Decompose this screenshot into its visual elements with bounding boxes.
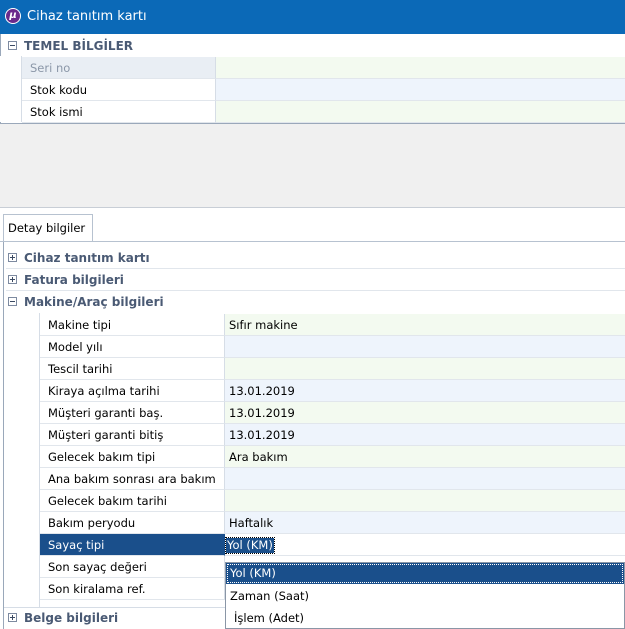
window-titlebar: μ Cihaz tanıtım kartı <box>0 0 625 34</box>
row-label: Makine tipi <box>40 314 225 336</box>
row-label: Model yılı <box>40 336 225 358</box>
group-title: TEMEL BİLGİLER <box>24 39 134 53</box>
group-title: Belge bilgileri <box>24 611 119 625</box>
row-value[interactable] <box>225 358 625 380</box>
row-label: Stok kodu <box>22 79 216 101</box>
divider <box>6 268 625 269</box>
row-label: Gelecek bakım tarihi <box>40 490 225 512</box>
row-value[interactable] <box>225 468 625 490</box>
row-value[interactable]: 13.01.2019 <box>225 424 625 446</box>
row-label: Müşteri garanti bitiş <box>40 424 225 446</box>
group-temel-bilgiler[interactable]: TEMEL BİLGİLER <box>0 37 625 55</box>
row-label: Ana bakım sonrası ara bakım <box>40 468 225 490</box>
group-title: Makine/Araç bilgileri <box>24 295 164 309</box>
sayac-tipi-dropdown[interactable]: Yol (KM) Zaman (Saat) İşlem (Adet) <box>225 562 625 629</box>
property-row-musteri-garanti-bitis[interactable]: Müşteri garanti bitiş 13.01.2019 <box>0 424 625 446</box>
property-row-bakim-peryodu[interactable]: Bakım peryodu Haftalık <box>0 512 625 534</box>
empty-area <box>0 124 625 208</box>
group-fatura-bilgileri[interactable]: Fatura bilgileri <box>0 271 625 289</box>
row-value[interactable] <box>216 101 625 123</box>
divider <box>6 290 625 291</box>
property-row-gelecek-bakim-tipi[interactable]: Gelecek bakım tipi Ara bakım <box>0 446 625 468</box>
dropdown-option[interactable]: İşlem (Adet) <box>226 608 624 629</box>
property-row-kiraya-acilma-tarihi[interactable]: Kiraya açılma tarihi 13.01.2019 <box>0 380 625 402</box>
property-row-makine-tipi[interactable]: Makine tipi Sıfır makine <box>0 314 625 336</box>
property-row-sayac-tipi[interactable]: Sayaç tipi Yol (KM) <box>0 534 625 556</box>
row-value[interactable]: 13.01.2019 <box>225 402 625 424</box>
row-value[interactable]: Sıfır makine <box>225 314 625 336</box>
row-value[interactable]: Haftalık <box>225 512 625 534</box>
row-label: Gelecek bakım tipi <box>40 446 225 468</box>
expand-icon[interactable] <box>8 613 17 622</box>
app-logo-icon: μ <box>5 8 21 24</box>
row-label: Son sayaç değeri <box>40 556 225 578</box>
property-row-musteri-garanti-bas[interactable]: Müşteri garanti baş. 13.01.2019 <box>0 402 625 424</box>
sayac-tipi-editor[interactable]: Yol (KM) <box>225 534 625 556</box>
collapse-icon[interactable] <box>8 41 17 50</box>
group-title: Cihaz tanıtım kartı <box>24 251 150 265</box>
row-label: Stok ismi <box>22 101 216 123</box>
expand-icon[interactable] <box>8 253 17 262</box>
row-value[interactable] <box>216 57 625 79</box>
row-label: Sayaç tipi <box>40 534 225 556</box>
property-row-stok-ismi[interactable]: Stok ismi <box>0 101 625 123</box>
group-makine-arac-bilgileri[interactable]: Makine/Araç bilgileri <box>0 293 625 311</box>
dropdown-option[interactable]: Zaman (Saat) <box>226 586 624 607</box>
property-row-tescil-tarihi[interactable]: Tescil tarihi <box>0 358 625 380</box>
row-label: Müşteri garanti baş. <box>40 402 225 424</box>
row-label: Son kiralama ref. <box>40 578 225 600</box>
group-cihaz-tanitim-karti[interactable]: Cihaz tanıtım kartı <box>0 249 625 267</box>
collapse-icon[interactable] <box>8 297 17 306</box>
property-row-gelecek-bakim-tarihi[interactable]: Gelecek bakım tarihi <box>0 490 625 512</box>
row-value[interactable] <box>225 490 625 512</box>
row-value[interactable] <box>225 336 625 358</box>
property-row-stok-kodu[interactable]: Stok kodu <box>0 79 625 101</box>
editor-selected-text[interactable]: Yol (KM) <box>225 537 275 554</box>
property-row-seri-no[interactable]: Seri no <box>0 57 625 79</box>
window-title: Cihaz tanıtım kartı <box>27 9 147 24</box>
expand-icon[interactable] <box>8 275 17 284</box>
row-value[interactable] <box>216 79 625 101</box>
tab-detay-bilgiler[interactable]: Detay bilgiler <box>3 214 93 242</box>
group-title: Fatura bilgileri <box>24 273 124 287</box>
property-row-ana-bakim-sonrasi[interactable]: Ana bakım sonrası ara bakım <box>0 468 625 490</box>
row-label: Bakım peryodu <box>40 512 225 534</box>
row-value[interactable]: Ara bakım <box>225 446 625 468</box>
row-label: Seri no <box>22 57 216 79</box>
property-row-model-yili[interactable]: Model yılı <box>0 336 625 358</box>
dropdown-option[interactable]: Yol (KM) <box>226 563 624 584</box>
row-value[interactable]: 13.01.2019 <box>225 380 625 402</box>
row-label: Tescil tarihi <box>40 358 225 380</box>
row-label: Kiraya açılma tarihi <box>40 380 225 402</box>
